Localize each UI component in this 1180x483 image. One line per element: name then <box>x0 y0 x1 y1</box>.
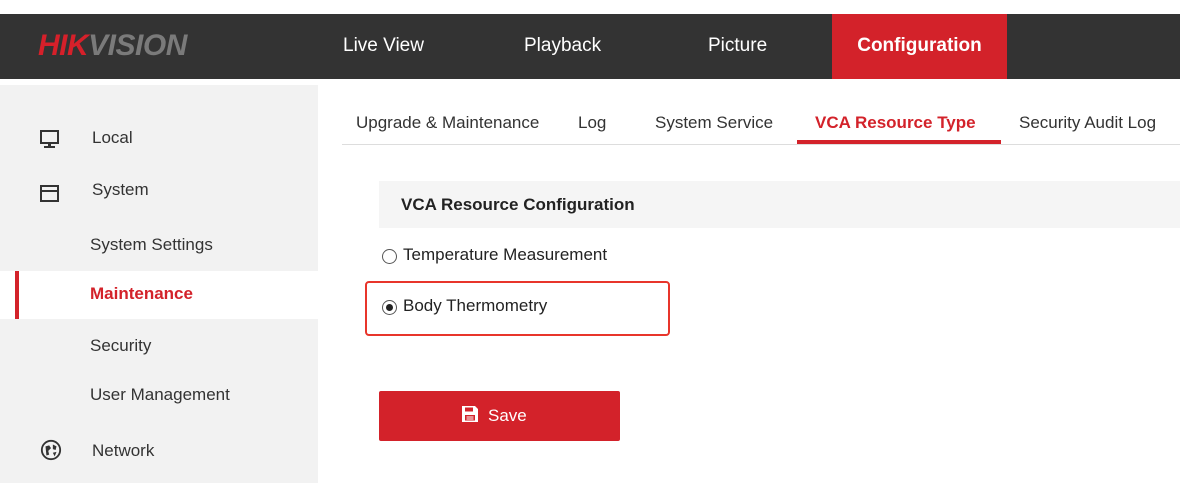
sidebar-item-user-management[interactable]: User Management <box>0 372 318 420</box>
nav-live-view[interactable]: Live View <box>343 14 424 79</box>
option-temperature-measurement[interactable]: Temperature Measurement <box>382 245 632 269</box>
tab-system-service[interactable]: System Service <box>655 113 773 133</box>
tab-vca-resource-type[interactable]: VCA Resource Type <box>815 113 976 133</box>
globe-icon <box>40 439 62 461</box>
logo-red-text: HIK <box>38 29 89 62</box>
tab-log[interactable]: Log <box>578 113 606 133</box>
sidebar-item-label: Network <box>92 441 155 460</box>
active-indicator <box>15 271 19 319</box>
sidebar-item-label: Security <box>90 336 152 355</box>
tab-security-audit-log[interactable]: Security Audit Log <box>1019 113 1156 133</box>
sidebar-item-maintenance[interactable]: Maintenance <box>0 271 318 319</box>
hikvision-logo: HIKVISION <box>38 28 187 64</box>
floppy-disk-icon <box>462 406 478 422</box>
sidebar-item-label: User Management <box>90 385 230 404</box>
nav-picture[interactable]: Picture <box>708 14 767 79</box>
sidebar-item-label: Maintenance <box>90 284 193 303</box>
option-label: Temperature Measurement <box>403 245 608 264</box>
sidebar-item-label: System Settings <box>90 235 213 254</box>
sidebar-item-local[interactable]: Local <box>0 115 318 163</box>
monitor-icon <box>40 130 59 148</box>
active-tab-underline <box>797 140 1001 144</box>
nav-configuration[interactable]: Configuration <box>832 14 1007 79</box>
sidebar-item-label: System <box>92 180 149 199</box>
top-navigation-bar: HIKVISION Live View Playback Picture Con… <box>0 14 1180 79</box>
sidebar-item-system[interactable]: System <box>0 170 318 218</box>
logo-gray-text: VISION <box>88 29 187 62</box>
save-button[interactable]: Save <box>379 391 620 441</box>
window-icon <box>40 185 59 202</box>
section-title: VCA Resource Configuration <box>401 195 635 214</box>
tab-upgrade-maintenance[interactable]: Upgrade & Maintenance <box>356 113 539 133</box>
sidebar-item-security[interactable]: Security <box>0 323 318 371</box>
highlight-annotation-box <box>365 281 670 336</box>
sidebar-item-label: Local <box>92 128 133 147</box>
nav-playback[interactable]: Playback <box>524 14 601 79</box>
sidebar-item-network[interactable]: Network <box>0 425 318 473</box>
sidebar: Local System System Settings Maintenance… <box>0 85 318 483</box>
radio-button[interactable] <box>382 249 397 264</box>
section-header: VCA Resource Configuration <box>379 181 1180 228</box>
tabs-divider <box>342 144 1180 145</box>
save-button-label: Save <box>488 406 527 425</box>
sidebar-item-system-settings[interactable]: System Settings <box>0 222 318 270</box>
